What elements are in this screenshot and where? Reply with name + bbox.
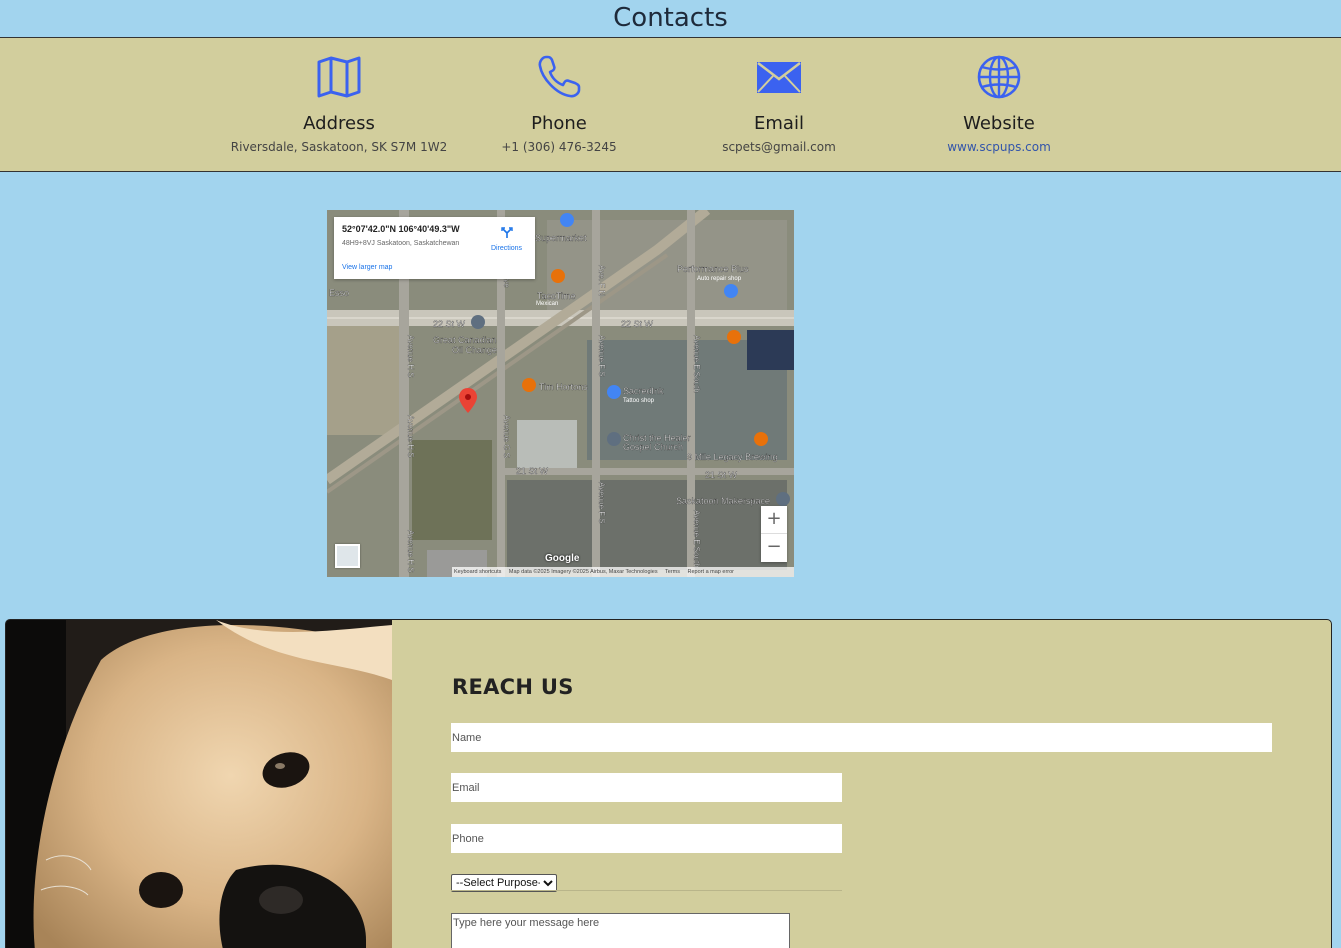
keyboard-shortcuts-link[interactable]: Keyboard shortcuts [454,569,501,575]
map-label-auto-repair: Auto repair shop [697,276,742,282]
map-label-esso: Esso [329,288,349,298]
map-label-21st-a: 21 St W [516,466,549,476]
map-label-tim-hortons: Tim Hortons [539,382,588,392]
map-label-ave-h-3: Avenue H S [406,530,415,573]
map-label-21st-b: 21 St W [705,470,738,480]
page-title: Contacts [613,3,728,33]
map-label-mexican: Mexican [536,301,558,307]
directions-label: Directions [490,245,523,252]
address-heading: Address [303,113,375,134]
email-value: scpets@gmail.com [722,140,836,154]
contact-email: Email scpets@gmail.com [669,52,889,154]
report-error-link[interactable]: Report a map error [688,569,734,575]
website-heading: Website [963,113,1035,134]
map-zoom-control: + − [761,506,787,562]
phone-heading: Phone [531,113,587,134]
website-link[interactable]: www.scpups.com [889,140,1109,154]
reach-us-card: REACH US --Select Purpose-- [5,619,1332,948]
directions-button[interactable]: Directions [484,226,529,252]
address-value: Riversdale, Saskatoon, SK S7M 1W2 [230,140,448,154]
map-label-tacotime: TacoTime [537,291,576,301]
map-label-ave-h-2: Avenue H S [406,415,415,458]
phone-value: +1 (306) 476-3245 [501,140,617,154]
map-icon [229,52,449,102]
name-input[interactable] [451,723,1272,752]
phone-input[interactable] [451,824,842,853]
map-label-22st-a: 22 St W [433,319,466,329]
contact-website: Website www.scpups.com [889,52,1109,154]
map-label-makerspace: Saskatoon Makerspace [676,496,770,506]
map-layers-button[interactable] [335,544,360,568]
map-data-attribution: Map data ©2025 Imagery ©2025 Airbus, Max… [508,569,658,575]
map-label-ave-g: Avenue G S [502,415,511,458]
purpose-divider [451,890,842,891]
view-larger-map-link[interactable]: View larger map [342,264,392,271]
map-label-performance: Performance Plus [677,264,749,274]
map-label-ave-e: Avenue E South [692,335,701,393]
email-heading: Email [754,113,804,134]
map-label-oil-change: Oil Change [452,345,497,355]
map-label-supermarket: Supermarket [535,233,587,243]
zoom-out-button[interactable]: − [761,534,787,562]
map-label-ave-f-n: Ave. F N [597,265,606,296]
map-coordinates: 52°07'42.0"N 106°40'49.3"W [342,224,460,234]
contact-address: Address Riversdale, Saskatoon, SK S7M 1W… [229,52,449,154]
map-label-ave-h: Avenue H S [406,335,415,378]
phone-icon [449,52,669,102]
map-attribution-bar: Keyboard shortcuts Map data ©2025 Imager… [452,567,794,577]
globe-icon [889,52,1109,102]
reach-us-title: REACH US [452,675,574,699]
envelope-icon [669,52,889,102]
email-input[interactable] [451,773,842,802]
map-label-great-canadian: Great Canadian [433,335,497,345]
contact-info-bar: Address Riversdale, Saskatoon, SK S7M 1W… [0,37,1341,172]
map-plus-code: 48H9+8VJ Saskatoon, Saskatchewan [342,240,460,247]
message-textarea[interactable] [451,913,790,948]
embedded-map[interactable]: Supermarket Esso TacoTime Performance Pl… [327,210,794,577]
map-label-nine-mile: 9 Mile Legacy Brewing [687,452,778,462]
map-label-gospel: Gospel Church [623,442,683,452]
directions-icon [500,227,513,238]
map-label-ave-f-2: Avenue F S [597,482,606,524]
zoom-in-button[interactable]: + [761,506,787,534]
map-label-tattoo: Tattoo shop [623,398,655,404]
terms-link[interactable]: Terms [665,569,680,575]
dog-photo [6,620,392,948]
contact-phone: Phone +1 (306) 476-3245 [449,52,669,154]
google-logo: Google [545,553,580,564]
map-label-ave-e-2: Avenue E South [692,510,701,568]
map-label-22st-b: 22 St W [621,319,654,329]
map-label-sacredink: SacredInk [623,386,664,396]
map-place-card: 52°07'42.0"N 106°40'49.3"W 48H9+8VJ Sask… [334,217,535,279]
map-label-ave-f: Avenue F S [597,335,606,377]
